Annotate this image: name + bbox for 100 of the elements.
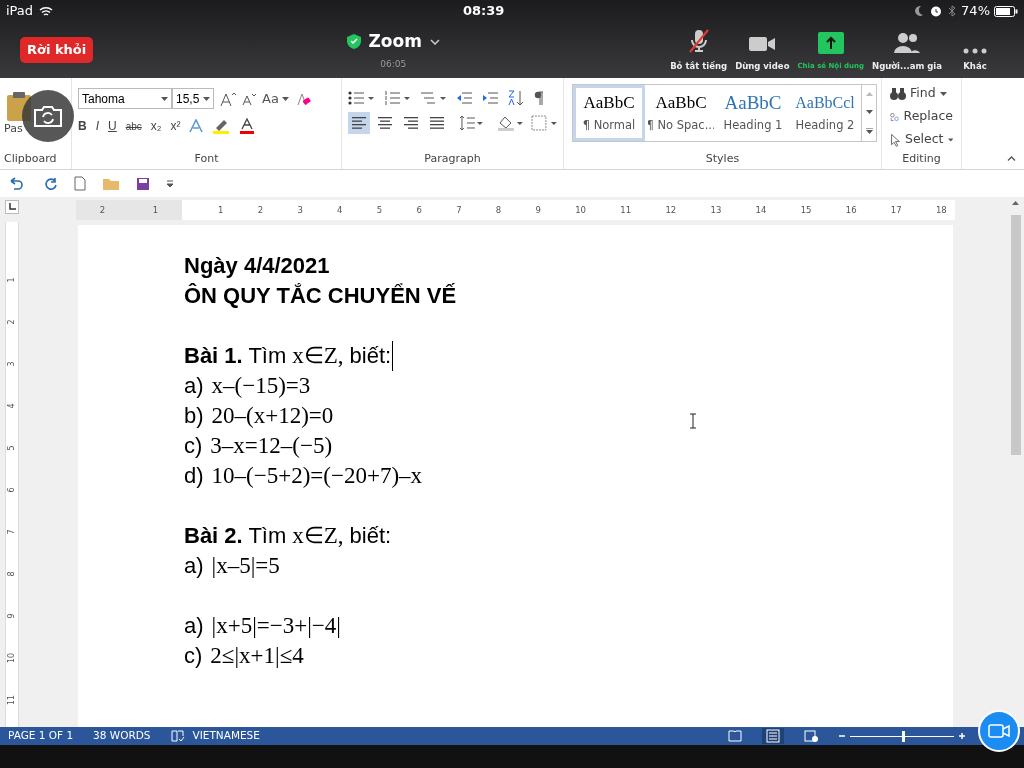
meeting-control[interactable]: Bỏ tắt tiếng bbox=[666, 28, 732, 72]
editing-command[interactable]: Replace bbox=[890, 105, 953, 128]
collapse-ribbon-icon bbox=[1007, 156, 1016, 161]
increase-indent-icon bbox=[482, 92, 498, 104]
borders-icon bbox=[531, 115, 557, 131]
highlighter-icon bbox=[212, 118, 231, 134]
tab-selector[interactable] bbox=[5, 200, 19, 214]
tab-stop-icon bbox=[8, 203, 16, 211]
document-title: ÔN QUY TẮC CHUYỂN VẾ bbox=[184, 282, 457, 310]
shield-check-icon bbox=[346, 34, 361, 50]
group-label: Paragraph bbox=[423, 151, 482, 167]
item-label: d) bbox=[184, 462, 204, 490]
people-icon bbox=[893, 32, 921, 54]
meeting-control[interactable]: Khác bbox=[946, 28, 1004, 72]
editing-command[interactable]: Select bbox=[890, 128, 953, 151]
page-count: PAGE 1 OF 1 bbox=[8, 728, 74, 744]
exercise-heading: Bài 2. Tìm bbox=[184, 522, 287, 550]
exercise-heading-tail: biết: bbox=[349, 341, 394, 371]
zoom-slider-thumb[interactable] bbox=[902, 730, 905, 742]
align-left-icon bbox=[350, 116, 367, 130]
zoom-slider[interactable] bbox=[850, 730, 954, 742]
text-effects-icon bbox=[189, 119, 204, 133]
zoom-out-icon[interactable] bbox=[838, 732, 846, 740]
video-camera-icon bbox=[988, 724, 1010, 738]
font-color-icon bbox=[239, 118, 256, 134]
dropdown-caret-icon bbox=[281, 96, 289, 101]
style-gallery-item[interactable]: AaBbC Heading 1 bbox=[717, 85, 789, 141]
align-button[interactable] bbox=[348, 112, 370, 134]
zoom-in-icon[interactable] bbox=[958, 732, 966, 740]
format-button[interactable]: x² bbox=[170, 117, 181, 135]
sort-icon bbox=[508, 90, 524, 106]
group-label: Editing bbox=[901, 151, 942, 167]
web-layout-icon[interactable] bbox=[804, 730, 818, 742]
dropdown-caret-icon bbox=[161, 96, 168, 101]
cursor-arrow-icon bbox=[890, 131, 901, 148]
more-icon bbox=[963, 48, 987, 54]
item-label: c) bbox=[184, 432, 203, 460]
save-icon[interactable] bbox=[136, 176, 150, 191]
item-label: b) bbox=[184, 402, 204, 430]
meeting-control[interactable]: Người...am gia bbox=[868, 28, 946, 72]
language-indicator[interactable]: VIETNAMESE bbox=[192, 728, 260, 744]
math-expression: |x+5|=−3+|−4| bbox=[211, 612, 341, 640]
scroll-up-icon bbox=[865, 92, 873, 96]
battery-percentage: 74% bbox=[961, 2, 990, 21]
numbered-list-icon bbox=[384, 91, 410, 105]
math-expression: |x–5|=5 bbox=[211, 552, 280, 580]
bullet-list-icon bbox=[348, 91, 374, 105]
format-button[interactable]: x₂ bbox=[150, 117, 162, 135]
multilevel-list-icon bbox=[420, 91, 446, 105]
item-label: c) bbox=[184, 642, 203, 670]
format-button[interactable]: abc bbox=[125, 118, 142, 134]
format-button[interactable]: I bbox=[95, 117, 99, 135]
leave-button[interactable]: Rời khỏi bbox=[20, 37, 94, 63]
dropdown-caret-icon bbox=[203, 96, 210, 101]
style-gallery-item[interactable]: AaBbCcl Heading 2 bbox=[789, 85, 861, 141]
dropdown-caret-icon bbox=[947, 137, 953, 142]
horizontal-ruler: 2 1 1 2 3 4 5 6 7 8 9 10 11 12 13 14 15 16 17 18 bbox=[76, 200, 955, 220]
math-expression: 2≤|x+1|≤4 bbox=[210, 642, 304, 670]
meeting-control[interactable]: Dừng video bbox=[731, 28, 794, 72]
battery-icon bbox=[994, 5, 1018, 17]
math-expression: x–(−15)=3 bbox=[211, 372, 311, 400]
item-label: a) bbox=[184, 372, 204, 400]
item-label: a) bbox=[184, 612, 204, 640]
moon-icon bbox=[914, 5, 925, 17]
bluetooth-icon bbox=[948, 5, 957, 17]
shrink-font-icon bbox=[242, 91, 256, 106]
item-label: a) bbox=[184, 552, 204, 580]
font-size-field[interactable]: 15,5 bbox=[172, 88, 214, 109]
align-right-icon bbox=[402, 116, 419, 130]
scroll-up-icon[interactable] bbox=[1012, 201, 1019, 205]
decrease-indent-icon bbox=[456, 92, 472, 104]
chevron-down-icon bbox=[429, 38, 440, 45]
math-expression: 10–(−5+2)=(−20+7)–x bbox=[211, 462, 423, 490]
redo-icon[interactable] bbox=[44, 176, 58, 191]
math-expression: 3–x=12–(−5) bbox=[210, 432, 333, 460]
scroll-down-icon bbox=[865, 110, 873, 114]
camera-switch-overlay-icon[interactable] bbox=[22, 90, 74, 142]
alarm-icon bbox=[930, 5, 943, 17]
customize-toolbar-icon[interactable] bbox=[166, 179, 174, 188]
read-mode-icon[interactable] bbox=[728, 730, 742, 742]
style-gallery-item[interactable]: AaBbC ¶ Normal bbox=[573, 85, 645, 141]
format-button[interactable]: B bbox=[78, 117, 87, 135]
format-button[interactable]: U bbox=[108, 117, 117, 135]
wifi-icon bbox=[39, 5, 54, 17]
scrollbar-thumb[interactable] bbox=[1010, 215, 1021, 455]
change-case-button[interactable]: Aa bbox=[262, 88, 289, 109]
meeting-title: Zoom bbox=[368, 30, 422, 53]
group-label: Font bbox=[193, 151, 220, 167]
print-layout-icon[interactable] bbox=[762, 728, 784, 744]
proofing-icon[interactable] bbox=[170, 730, 185, 742]
binoculars-icon bbox=[890, 86, 906, 101]
math-expression: x∈Z, bbox=[292, 342, 344, 370]
text-cursor-icon bbox=[689, 413, 697, 429]
line-spacing-icon bbox=[459, 115, 484, 131]
new-document-icon[interactable] bbox=[74, 176, 86, 191]
font-name-field[interactable]: Tahoma bbox=[78, 88, 172, 109]
style-gallery-item[interactable]: AaBbC ¶ No Spac... bbox=[645, 85, 717, 141]
grow-font-icon bbox=[220, 90, 236, 107]
editing-command[interactable]: Find bbox=[890, 82, 953, 105]
exercise-heading-tail: biết: bbox=[349, 522, 392, 550]
